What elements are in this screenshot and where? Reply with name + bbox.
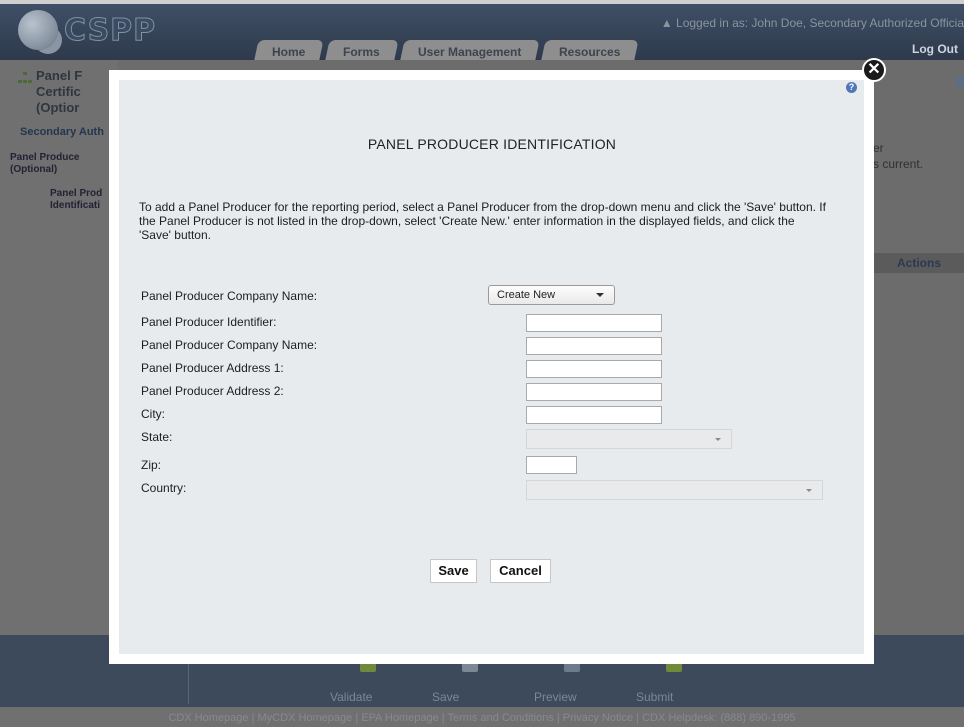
save-button[interactable]: Save	[430, 559, 477, 583]
state-label: State:	[141, 430, 173, 444]
logout-link[interactable]: Log Out	[912, 42, 958, 56]
validate-action[interactable]: Validate	[330, 690, 432, 704]
country-select[interactable]	[526, 480, 823, 500]
preview-action[interactable]: Preview	[534, 690, 636, 704]
tree-item-panel-producer[interactable]: Panel Produce (Optional)	[10, 152, 79, 176]
address2-label: Panel Producer Address 2:	[141, 384, 284, 398]
user-icon: ▲	[660, 16, 677, 30]
company-select[interactable]: Create New	[488, 285, 615, 305]
left-panel-title: Panel F Certific (Optior	[36, 68, 83, 115]
logo: CSPP	[18, 10, 156, 50]
background-help-icon	[955, 76, 964, 88]
chevron-down-icon	[806, 489, 812, 492]
chevron-down-icon	[715, 438, 721, 441]
logged-in-text: ▲ Logged in as: John Doe, Secondary Auth…	[660, 16, 964, 30]
zip-label: Zip:	[141, 458, 162, 472]
save-action[interactable]: Save	[432, 690, 534, 704]
help-icon[interactable]: ?	[846, 82, 857, 93]
dialog-title: PANEL PRODUCER IDENTIFICATION	[367, 136, 617, 152]
state-select[interactable]	[526, 429, 732, 449]
close-dialog-icon[interactable]: ✕	[862, 58, 886, 82]
actions-column-header: Actions	[874, 253, 964, 273]
company-name-label: Panel Producer Company Name:	[141, 338, 318, 352]
country-label: Country:	[141, 481, 187, 495]
dialog-instructions: To add a Panel Producer for the reportin…	[139, 200, 826, 242]
logo-text: CSPP	[63, 12, 157, 48]
address2-input[interactable]	[526, 383, 662, 401]
cancel-button[interactable]: Cancel	[490, 559, 551, 583]
logo-icon	[18, 10, 58, 50]
company-name-input[interactable]	[526, 337, 662, 355]
header: CSPP ▲ Logged in as: John Doe, Secondary…	[0, 4, 964, 64]
hierarchy-icon	[18, 72, 32, 83]
tree-item-panel-producer-identification[interactable]: Panel Prod Identificati	[50, 188, 102, 212]
company-select-value: Create New	[497, 289, 556, 301]
footer-links[interactable]: CDX Homepage | MyCDX Homepage | EPA Home…	[0, 709, 964, 727]
zip-input[interactable]	[526, 456, 577, 474]
identifier-label: Panel Producer Identifier:	[141, 315, 277, 329]
company-select-label: Panel Producer Company Name:	[141, 289, 318, 303]
address1-input[interactable]	[526, 360, 662, 378]
identifier-input[interactable]	[526, 314, 662, 332]
bottom-bar-items: Validate Save Preview Submit	[330, 690, 738, 704]
address1-label: Panel Producer Address 1:	[141, 361, 284, 375]
city-label: City:	[141, 407, 165, 421]
chevron-down-icon	[596, 293, 604, 297]
city-input[interactable]	[526, 406, 662, 424]
submit-action[interactable]: Submit	[636, 690, 738, 704]
